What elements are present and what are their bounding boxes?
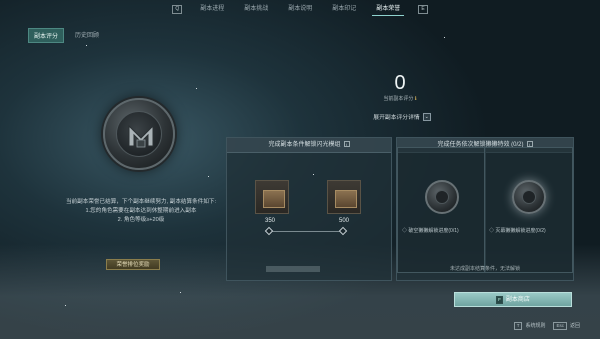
close-key: Esc — [553, 322, 567, 330]
effect-progress-1: ◇ 破空獭獭解锁进度(0/1) — [402, 228, 459, 234]
next-tab-key[interactable]: E — [418, 4, 428, 14]
tab-marks[interactable]: 副本印记 — [322, 0, 366, 18]
shop-key: F — [496, 296, 503, 304]
medal-core — [435, 190, 449, 204]
score-label: 当前副本评分 ℹ — [371, 95, 429, 102]
effect-progress-text: 灭幕獭獭解锁进度(0/2) — [495, 228, 546, 234]
tab-challenge[interactable]: 副本挑战 — [234, 0, 278, 18]
reward-chest-2[interactable] — [327, 180, 361, 214]
shop-button[interactable]: F 副本商店 — [454, 292, 572, 307]
milestone-value: 500 — [339, 218, 350, 224]
desc-line: 当前副本荣誉已结算，下个副本继续努力, 副本结算条件如下: — [65, 199, 217, 205]
honor-emblem — [103, 98, 175, 170]
medal-core — [522, 190, 536, 204]
desc-line: 1.您的角色需要在副本达到休整期前进入副本 — [85, 208, 197, 214]
unlock-panel-header: 完成副本条件解锁闪光模组 i — [227, 138, 391, 153]
info-icon[interactable]: i — [343, 141, 350, 148]
close-button[interactable]: Esc 返回 — [553, 322, 580, 330]
score-block: 0 当前副本评分 ℹ — [371, 72, 429, 102]
milestone-track — [270, 231, 346, 232]
score-value: 0 — [394, 72, 406, 94]
settlement-description: 当前副本荣誉已结算，下个副本继续努力, 副本结算条件如下: 1.您的角色需要在副… — [52, 198, 230, 225]
sub-tabs: 副本评分 历史回顾 — [28, 28, 104, 43]
milestone-value: 350 — [265, 218, 276, 224]
reward-chest-1[interactable] — [255, 180, 289, 214]
effect-medal-2 — [512, 180, 546, 214]
close-label: 返回 — [569, 323, 580, 329]
effect-medal-1 — [425, 180, 459, 214]
rules-button[interactable]: T 系统规则 — [513, 322, 546, 330]
m-icon — [128, 124, 154, 148]
ranking-reward-button[interactable]: 荣誉排位奖励 — [106, 259, 160, 270]
top-nav: Q 副本进程 副本挑战 副本说明 副本印记 副本荣誉 E — [0, 0, 600, 18]
effect-progress-text: 破空獭獭解锁进度(0/1) — [408, 228, 459, 234]
snow-particle — [196, 88, 197, 89]
snow-particle — [180, 292, 181, 293]
tab-honor[interactable]: 副本荣誉 — [366, 0, 410, 18]
score-detail-label: 展开副本评分详情 — [373, 115, 420, 121]
prev-tab-key[interactable]: Q — [172, 4, 183, 14]
score-label-text: 当前副本评分 — [383, 96, 414, 102]
snow-particle — [86, 45, 87, 46]
score-detail-toggle[interactable]: 展开副本评分详情 ⌄ — [362, 112, 442, 121]
tab-progress[interactable]: 副本进程 — [190, 0, 234, 18]
tab-info[interactable]: 副本说明 — [278, 0, 322, 18]
chevron-down-icon[interactable]: ⌄ — [422, 112, 431, 121]
footer: T 系统规则 Esc 返回 — [513, 322, 580, 330]
hidden-text-bar — [266, 266, 320, 272]
rules-key: T — [513, 322, 523, 330]
snow-particle — [444, 37, 445, 38]
unlock-note: 未达成副本结算条件，无法解锁 — [449, 266, 520, 272]
effect-progress-2: ◇ 灭幕獭獭解锁进度(0/2) — [489, 228, 546, 234]
snow-particle — [65, 305, 66, 306]
snow-particle — [208, 176, 209, 177]
info-icon[interactable]: ℹ — [415, 96, 417, 102]
subtab-score[interactable]: 副本评分 — [28, 28, 65, 43]
rules-label: 系统规则 — [525, 323, 546, 329]
unlock-panel-title: 完成副本条件解锁闪光模组 — [268, 142, 341, 148]
unlock-panel: 完成副本条件解锁闪光模组 i — [226, 137, 392, 281]
subtab-history[interactable]: 历史回顾 — [70, 28, 104, 43]
shop-label: 副本商店 — [505, 297, 530, 303]
snow-particle — [313, 174, 314, 175]
desc-line: 2. 角色等级≥+20级 — [117, 217, 165, 223]
